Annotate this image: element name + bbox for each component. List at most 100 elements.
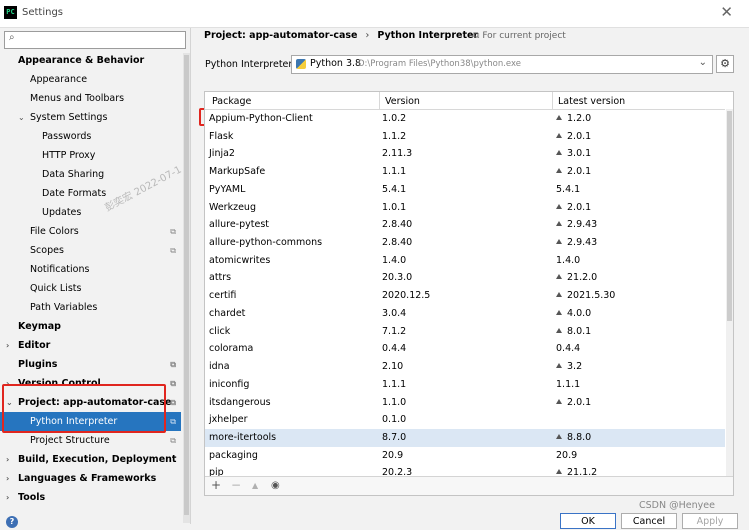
sidebar-item-label: Menus and Toolbars <box>30 93 125 104</box>
package-version: 2.8.40 <box>382 219 413 231</box>
package-version: 0.4.4 <box>382 343 407 355</box>
chevron-right-icon[interactable]: › <box>6 488 9 507</box>
table-row[interactable]: Werkzeug 1.0.1 2.0.1 <box>205 199 725 217</box>
table-row[interactable]: certifi 2020.12.5 2021.5.30 <box>205 287 725 305</box>
package-name: PyYAML <box>209 183 246 195</box>
package-latest-version: 2.0.1 <box>556 166 591 177</box>
package-name: colorama <box>209 343 254 355</box>
sidebar-item-label: Editor <box>18 340 51 351</box>
table-row[interactable]: colorama 0.4.4 0.4.4 <box>205 340 725 358</box>
breadcrumb-project[interactable]: Project: app-automator-case <box>204 30 358 41</box>
settings-sidebar: ⌕ Appearance & Behavior Appearance Menus a… <box>0 28 191 524</box>
table-row[interactable]: attrs 20.3.0 21.2.0 <box>205 269 725 287</box>
gear-icon[interactable]: ⚙ <box>716 55 734 73</box>
package-name: attrs <box>209 272 232 284</box>
help-icon[interactable]: ? <box>6 516 18 528</box>
table-row[interactable]: more-itertools 8.7.0 8.8.0 <box>205 428 725 447</box>
package-latest-version: 1.1.1 <box>556 379 580 390</box>
package-latest-version: 3.0.1 <box>556 148 591 159</box>
sidebar-item-http-proxy[interactable]: HTTP Proxy <box>0 146 181 165</box>
sidebar-item-scopes[interactable]: Scopes ⧉ <box>0 241 181 260</box>
package-latest-version: 1.2.0 <box>556 113 591 124</box>
latest-version-text: 2.0.1 <box>567 166 592 178</box>
column-header-version[interactable]: Version <box>385 96 420 107</box>
package-name: idna <box>209 361 230 373</box>
search-icon: ⌕ <box>9 32 15 43</box>
table-header: Package Version Latest version <box>205 92 725 110</box>
sidebar-item-passwords[interactable]: Passwords <box>0 127 181 146</box>
chevron-right-icon[interactable]: › <box>6 450 9 469</box>
sidebar-item-notifications[interactable]: Notifications <box>0 260 181 279</box>
table-row[interactable]: MarkupSafe 1.1.1 2.0.1 <box>205 163 725 181</box>
chevron-right-icon[interactable]: › <box>6 469 9 488</box>
python-icon <box>296 59 306 69</box>
table-row[interactable]: Flask 1.1.2 2.0.1 <box>205 128 725 146</box>
table-row[interactable]: allure-python-commons 2.8.40 2.9.43 <box>205 234 725 252</box>
chevron-down-icon[interactable]: ⌄ <box>18 108 25 127</box>
sidebar-item-label: Appearance <box>30 74 88 85</box>
cancel-button[interactable]: Cancel <box>621 513 677 529</box>
upgrade-available-icon <box>556 398 562 404</box>
sidebar-item-languages-frameworks[interactable]: › Languages & Frameworks <box>0 469 181 488</box>
ok-button[interactable]: OK <box>560 513 616 529</box>
sidebar-item-plugins[interactable]: Plugins ⧉ <box>0 355 181 374</box>
sidebar-item-project-structure[interactable]: Project Structure ⧉ <box>0 431 181 450</box>
table-row[interactable]: iniconfig 1.1.1 1.1.1 <box>205 376 725 394</box>
latest-version-text: 3.2 <box>567 361 583 373</box>
table-row[interactable]: Appium-Python-Client 1.0.2 1.2.0 <box>205 110 725 128</box>
table-scrollbar[interactable] <box>726 109 733 477</box>
sidebar-item-quick-lists[interactable]: Quick Lists <box>0 279 181 298</box>
sidebar-item-file-colors[interactable]: File Colors ⧉ <box>0 222 181 241</box>
table-row[interactable]: click 7.1.2 8.0.1 <box>205 323 725 341</box>
table-row[interactable]: chardet 3.0.4 4.0.0 <box>205 305 725 323</box>
settings-search[interactable]: ⌕ <box>4 31 186 49</box>
package-name: packaging <box>209 449 258 461</box>
table-row[interactable]: idna 2.10 3.2 <box>205 358 725 376</box>
sidebar-item-build-execution-deployment[interactable]: › Build, Execution, Deployment <box>0 450 181 469</box>
package-version: 2.11.3 <box>382 148 413 160</box>
table-row[interactable]: itsdangerous 1.1.0 2.0.1 <box>205 394 725 412</box>
interpreter-name: Python 3.8 <box>310 58 362 69</box>
table-row[interactable]: allure-pytest 2.8.40 2.9.43 <box>205 216 725 234</box>
sidebar-item-editor[interactable]: › Editor <box>0 336 181 355</box>
upgrade-available-icon <box>556 327 562 333</box>
sidebar-item-appearance[interactable]: Appearance <box>0 70 181 89</box>
sidebar-scrollbar[interactable] <box>183 53 190 523</box>
latest-version-text: 1.1.1 <box>556 378 581 390</box>
table-row[interactable]: jxhelper 0.1.0 <box>205 411 725 429</box>
column-header-latest[interactable]: Latest version <box>558 96 625 107</box>
sidebar-item-label: Path Variables <box>30 302 98 313</box>
project-scope-icon: ⧉ <box>170 417 176 426</box>
package-version: 1.0.2 <box>382 113 407 124</box>
sidebar-item-label: Build, Execution, Deployment <box>18 454 177 465</box>
package-name: allure-pytest <box>209 219 269 231</box>
latest-version-text: 20.9 <box>556 449 578 461</box>
package-toolbar: + − ▲ ◉ <box>205 476 733 495</box>
chevron-right-icon[interactable]: › <box>6 336 9 355</box>
table-row[interactable]: PyYAML 5.4.1 5.4.1 <box>205 181 725 199</box>
project-scope-icon: ⧉ <box>170 360 176 369</box>
table-row[interactable]: Jinja2 2.11.3 3.0.1 <box>205 145 725 163</box>
latest-version-text: 2.9.43 <box>567 237 598 249</box>
sidebar-item-menus-and-toolbars[interactable]: Menus and Toolbars <box>0 89 181 108</box>
column-header-package[interactable]: Package <box>212 96 251 107</box>
remove-package-button[interactable]: − <box>231 478 241 493</box>
upgrade-package-button[interactable]: ▲ <box>252 478 258 493</box>
sidebar-item-system-settings[interactable]: ⌄ System Settings <box>0 108 181 127</box>
sidebar-item-label: Languages & Frameworks <box>18 473 157 484</box>
sidebar-item-path-variables[interactable]: Path Variables <box>0 298 181 317</box>
table-row[interactable]: atomicwrites 1.4.0 1.4.0 <box>205 252 725 270</box>
sidebar-item-keymap[interactable]: Keymap <box>0 317 181 336</box>
sidebar-item-updates[interactable]: Updates <box>0 203 181 222</box>
show-early-releases-button[interactable]: ◉ <box>271 478 280 493</box>
sidebar-item-tools[interactable]: › Tools <box>0 488 181 507</box>
table-row[interactable]: packaging 20.9 20.9 <box>205 447 725 465</box>
package-latest-version: 3.2 <box>556 361 582 372</box>
close-icon[interactable]: ✕ <box>720 4 733 21</box>
interpreter-select[interactable]: Python 3.8 D:\Program Files\Python38\pyt… <box>291 55 713 74</box>
apply-button[interactable]: Apply <box>682 513 738 529</box>
add-package-button[interactable]: + <box>211 478 221 493</box>
upgrade-available-icon <box>556 203 562 209</box>
search-input[interactable] <box>21 33 181 45</box>
sidebar-item-appearance-behavior[interactable]: Appearance & Behavior <box>0 51 181 70</box>
